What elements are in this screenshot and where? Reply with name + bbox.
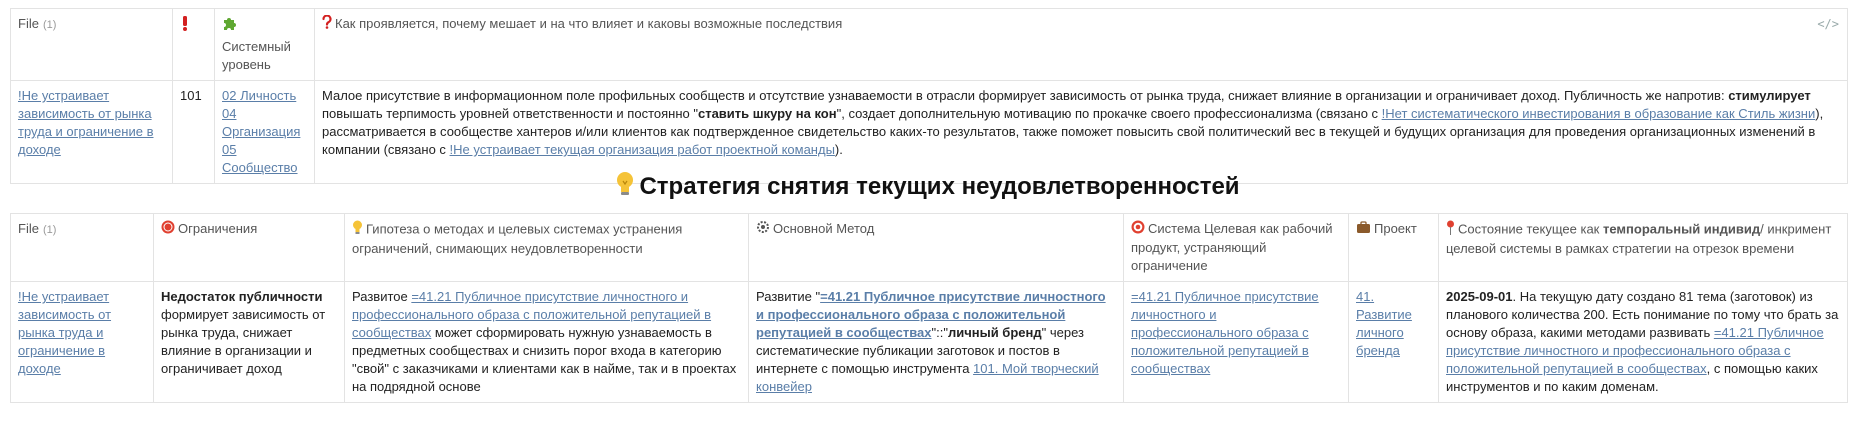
table-header-row: File (1) Ограничения Гипотеза о методах и…: [10, 212, 1848, 283]
level-link-organization[interactable]: 04 Организация: [222, 105, 307, 141]
file-count: (1): [42, 19, 57, 31]
gear-icon: [756, 220, 770, 239]
lightbulb-icon: [615, 171, 635, 204]
column-header-system-level[interactable]: Системный уровень: [214, 8, 315, 81]
table-row: !Не устраивает зависимость от рынка труд…: [10, 80, 1848, 184]
code-icon[interactable]: </>: [1817, 15, 1839, 33]
related-link-education[interactable]: !Нет систематического инвестирования в о…: [1382, 106, 1816, 121]
related-link-project-team[interactable]: !Не устраивает текущая организация работ…: [450, 142, 835, 157]
state-cell: 2025-09-01. На текущую дату создано 81 т…: [1438, 281, 1848, 404]
table-header-row: File (1) Системный уровень Как проявляетс…: [10, 8, 1848, 81]
hypothesis-cell: Развитое =41.21 Публичное присутствие ли…: [344, 281, 749, 404]
puzzle-icon: [222, 15, 304, 36]
target-icon: [1131, 220, 1145, 239]
target-system-cell: =41.21 Публичное присутствие личностного…: [1123, 281, 1349, 404]
column-header-file[interactable]: File (1): [10, 8, 173, 81]
lightbulb-icon: [352, 220, 363, 240]
question-icon: [322, 14, 332, 34]
table-row: !Не устраивает зависимость от рынка труд…: [10, 281, 1848, 404]
column-header-limits[interactable]: Ограничения: [153, 212, 345, 283]
file-count: (1): [42, 224, 57, 236]
project-link[interactable]: 41. Развитие личного бренда: [1356, 289, 1412, 358]
method-cell: Развитие "=41.21 Публичное присутствие л…: [748, 281, 1124, 404]
number-cell: 101: [172, 80, 215, 184]
file-link[interactable]: !Не устраивает зависимость от рынка труд…: [18, 88, 153, 157]
limits-cell: Недостаток публичности формирует зависим…: [153, 281, 345, 404]
dataview-table-dissatisfaction: File (1) Системный уровень Как проявляетс…: [10, 8, 1848, 184]
file-cell: !Не устраивает зависимость от рынка труд…: [10, 281, 154, 404]
column-header-label: Как проявляется, почему мешает и на что …: [335, 16, 843, 31]
file-link[interactable]: !Не устраивает зависимость от рынка труд…: [18, 289, 111, 376]
file-cell: !Не устраивает зависимость от рынка труд…: [10, 80, 173, 184]
column-header-file[interactable]: File (1): [10, 212, 154, 283]
briefcase-icon: [1356, 220, 1371, 239]
pin-icon: [1446, 220, 1455, 240]
column-header-number[interactable]: [172, 8, 215, 81]
exclamation-icon: [180, 15, 190, 36]
column-header-label: Системный уровень: [222, 39, 291, 72]
project-cell: 41. Развитие личного бренда: [1348, 281, 1439, 404]
column-header-project[interactable]: Проект: [1348, 212, 1439, 283]
section-heading-text: Стратегия снятия текущих неудовлетворенн…: [639, 172, 1240, 200]
target-system-link[interactable]: =41.21 Публичное присутствие личностного…: [1131, 289, 1319, 376]
description-cell: Малое присутствие в информационном поле …: [314, 80, 1848, 184]
column-header-manifestation[interactable]: Как проявляется, почему мешает и на что …: [314, 8, 1848, 81]
section-heading: Стратегия снятия текущих неудовлетворенн…: [0, 171, 1855, 204]
column-header-target-system[interactable]: Система Целевая как рабочий продукт, уст…: [1123, 212, 1349, 283]
column-header-state[interactable]: Состояние текущее как темпоральный индив…: [1438, 212, 1848, 283]
stop-icon: [161, 220, 175, 239]
column-header-method[interactable]: Основной Метод: [748, 212, 1124, 283]
system-level-cell: 02 Личность 04 Организация 05 Сообщество: [214, 80, 315, 184]
column-header-hypothesis[interactable]: Гипотеза о методах и целевых системах ус…: [344, 212, 749, 283]
level-link-personality[interactable]: 02 Личность: [222, 87, 307, 105]
dataview-table-strategy: File (1) Ограничения Гипотеза о методах и…: [10, 212, 1848, 404]
